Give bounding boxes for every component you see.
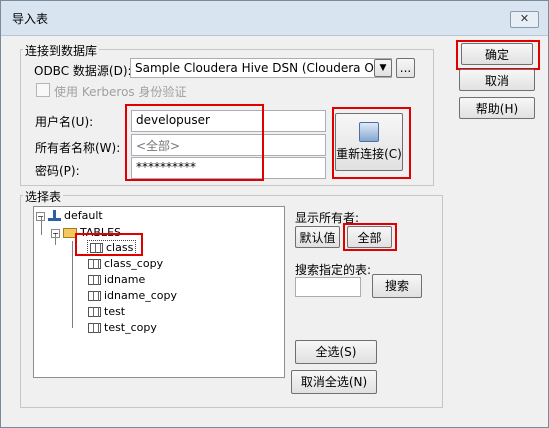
- collapse-icon[interactable]: −: [51, 229, 60, 238]
- select-all-button[interactable]: 全选(S): [295, 340, 377, 364]
- table-label: test_copy: [104, 321, 157, 334]
- kerberos-label: 使用 Kerberos 身份验证: [54, 85, 187, 99]
- database-icon: [48, 210, 61, 222]
- odbc-source-select[interactable]: Sample Cloudera Hive DSN (Cloudera ODBC …: [130, 58, 392, 78]
- search-button[interactable]: 搜索: [372, 274, 422, 298]
- dialog-title: 导入表: [12, 12, 49, 26]
- table-label: idname: [104, 273, 146, 286]
- owner-label: 所有者名称(W):: [35, 141, 121, 155]
- tree-table-test[interactable]: test: [88, 305, 125, 318]
- table-icon: [88, 291, 101, 301]
- table-tree[interactable]: − default − TABLES class class_copy idname…: [33, 206, 285, 378]
- odbc-value: Sample Cloudera Hive DSN (Cloudera ODBC …: [135, 61, 391, 75]
- odbc-label: ODBC 数据源(D):: [34, 64, 132, 78]
- table-label: class_copy: [104, 257, 164, 270]
- tree-line-tables: [72, 241, 73, 328]
- kerberos-checkbox[interactable]: [36, 83, 50, 97]
- dropdown-arrow[interactable]: ▼: [374, 59, 392, 77]
- default-owner-button[interactable]: 默认值: [295, 226, 340, 248]
- ok-highlight: [456, 40, 540, 70]
- tree-root-label: default: [64, 209, 103, 222]
- table-icon: [88, 323, 101, 333]
- password-label: 密码(P):: [35, 164, 80, 178]
- import-table-dialog: 导入表 ✕ 连接到数据库 ODBC 数据源(D): Sample Clouder…: [0, 0, 549, 428]
- cancel-button[interactable]: 取消: [459, 69, 535, 91]
- user-label: 用户名(U):: [35, 115, 94, 129]
- table-icon: [88, 275, 101, 285]
- reconnect-highlight: [332, 107, 411, 179]
- table-icon: [88, 259, 101, 269]
- table-label: test: [104, 305, 126, 318]
- class-highlight: [75, 233, 143, 256]
- help-button[interactable]: 帮助(H): [459, 97, 535, 119]
- connection-legend: 连接到数据库: [23, 42, 100, 59]
- table-label: idname_copy: [104, 289, 178, 302]
- close-button[interactable]: ✕: [510, 11, 539, 28]
- search-label: 搜索指定的表:: [295, 263, 372, 277]
- title-bar: 导入表 ✕: [1, 1, 548, 36]
- browse-button[interactable]: ...: [396, 58, 415, 78]
- tree-table-idname[interactable]: idname: [88, 273, 145, 286]
- tree-table-class-copy[interactable]: class_copy: [88, 257, 163, 270]
- collapse-icon[interactable]: −: [36, 212, 45, 221]
- tree-table-idname-copy[interactable]: idname_copy: [88, 289, 177, 302]
- select-table-legend: 选择表: [23, 188, 64, 205]
- tree-root[interactable]: − default: [36, 209, 103, 222]
- credentials-highlight: [125, 104, 264, 181]
- search-input[interactable]: [295, 277, 361, 297]
- deselect-all-button[interactable]: 取消全选(N): [291, 370, 377, 394]
- table-icon: [88, 307, 101, 317]
- all-highlight: [343, 223, 397, 251]
- tree-table-test-copy[interactable]: test_copy: [88, 321, 157, 334]
